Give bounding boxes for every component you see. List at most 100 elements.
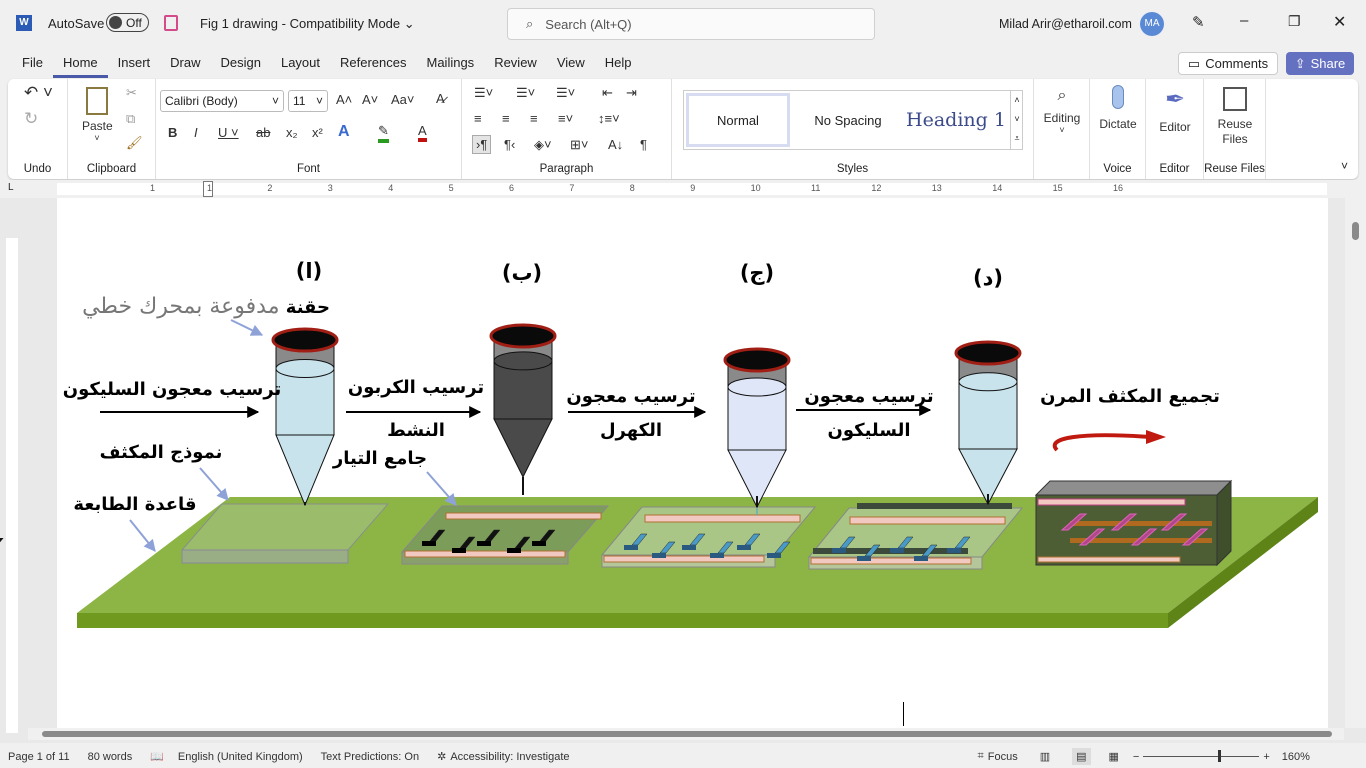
change-case-icon[interactable]: Aa˅ [391,92,415,107]
tab-selector-icon[interactable]: L [8,182,14,193]
comments-button[interactable]: ▭ Comments [1178,52,1278,75]
tab-references[interactable]: References [330,52,416,78]
bold-icon[interactable]: B [168,125,177,140]
multilevel-list-icon[interactable]: ☰˅ [556,85,575,101]
subscript-icon[interactable]: x₂ [286,125,298,140]
designer-icon[interactable]: ✎ [1192,13,1205,31]
align-right-icon[interactable]: ≡ [530,111,538,126]
zoom-in-icon[interactable]: + [1263,751,1269,763]
horizontal-ruler[interactable]: L 1 1 2 3 4 5 6 7 8 9 10 11 12 13 14 15 16 [0,180,1366,198]
word-count[interactable]: 80 words [88,751,133,763]
h-scroll-thumb[interactable] [42,731,1332,737]
copy-icon[interactable]: ⧉ [126,111,135,127]
print-layout-icon[interactable]: ▤ [1072,748,1091,765]
tab-layout[interactable]: Layout [271,52,330,78]
proofing-icon[interactable]: 📖 [150,750,164,763]
label-a: (ا) [296,259,322,283]
ruler-number: 9 [690,183,696,193]
horizontal-scrollbar[interactable] [28,728,1344,740]
paste-button[interactable]: Paste ˅ [82,87,113,143]
cut-icon[interactable]: ✂ [126,85,137,101]
ltr-direction-icon[interactable]: ›¶ [472,135,492,154]
zoom-level[interactable]: 160% [1282,751,1310,763]
step5-label: تجميع المكثف المرن [1040,386,1220,407]
font-name-select[interactable]: Calibri (Body) ˅ [160,90,284,112]
zoom-out-icon[interactable]: − [1133,751,1139,763]
share-button[interactable]: ⇪ Share [1286,52,1354,75]
borders-icon[interactable]: ⊞˅ [570,137,588,153]
font-group-label: Font [296,163,320,175]
clipboard-group: Paste ˅ ✂ ⧉ 🖌 Clipboard [68,79,156,179]
styles-group-label: Styles [836,163,869,175]
page-count[interactable]: Page 1 of 11 [8,751,70,763]
syringe-rim [723,347,791,373]
reuse-files-button[interactable]: Reuse Files [1212,87,1258,147]
editor-button[interactable]: ✒ Editor [1150,85,1200,134]
zoom-slider-thumb[interactable] [1218,750,1222,762]
accessibility-status[interactable]: Accessibility: Investigate [450,751,569,763]
tab-design[interactable]: Design [211,52,271,78]
tab-mailings[interactable]: Mailings [417,52,485,78]
document-title[interactable]: Fig 1 drawing - Compatibility Mode ⌄ [200,16,415,32]
editing-button[interactable]: ⌕ Editing ˅ [1038,87,1086,135]
language[interactable]: English (United Kingdom) [178,751,303,763]
status-bar: Page 1 of 11 80 words 📖 English (United … [0,745,1366,768]
justify-icon[interactable]: ≡˅ [558,111,573,126]
text-effects-icon[interactable]: A [338,123,350,141]
sort-icon[interactable]: A↓ [608,137,623,152]
syringe-label-rest: مدفوعة بمحرك خطي [82,294,279,319]
underline-icon[interactable]: U ˅ [218,125,239,140]
shrink-font-icon[interactable]: A˅ [362,92,378,107]
format-painter-icon[interactable]: 🖌 [126,135,143,151]
syringe-cone [275,434,335,507]
rtl-direction-icon[interactable]: ¶‹ [504,137,515,152]
highlight-icon[interactable]: ✎ [378,123,389,143]
restore-icon[interactable]: ❐ [1288,13,1301,30]
style-normal[interactable]: Normal [686,93,790,147]
numbering-icon[interactable]: ☰˅ [516,85,535,101]
minimize-icon[interactable]: – [1240,12,1248,29]
ruler-number: 14 [992,183,1003,193]
collapse-ribbon-icon[interactable]: ˅ [1341,159,1348,173]
tab-insert[interactable]: Insert [108,52,161,78]
line-spacing-icon[interactable]: ↕≡˅ [598,111,620,126]
italic-icon[interactable]: I [194,125,198,140]
font-size-select[interactable]: 11 ˅ [288,90,328,112]
tab-view[interactable]: View [547,52,595,78]
align-left-icon[interactable]: ≡ [474,111,482,126]
fabrication-figure[interactable]: (ا) (ب) (ج) (د) حقنة مدفوعة بمحرك خطي تر… [0,198,1366,728]
web-layout-icon[interactable]: ▦ [1109,750,1119,763]
styles-scroll[interactable]: ˄ ˅ ⩡ [1010,91,1023,149]
clear-formatting-icon[interactable]: A̷ [436,91,445,106]
save-icon[interactable] [164,15,178,31]
shading-icon[interactable]: ◈˅ [534,137,552,153]
tab-home[interactable]: Home [52,52,108,78]
zoom-slider[interactable] [1143,750,1260,762]
font-color-icon[interactable]: A [418,123,427,142]
dictate-button[interactable]: Dictate [1094,85,1142,131]
style-no-spacing[interactable]: No Spacing [796,93,900,147]
autosave-toggle[interactable]: Off [106,13,149,32]
avatar[interactable]: MA [1140,12,1164,36]
close-icon[interactable]: ✕ [1333,12,1346,32]
decrease-indent-icon[interactable]: ⇤ [602,85,613,101]
focus-button[interactable]: Focus [988,751,1018,763]
superscript-icon[interactable]: x² [312,125,323,140]
grow-font-icon[interactable]: A˄ [336,92,352,107]
search-box[interactable]: ⌕ Search (Alt+Q) [507,8,875,40]
style-heading-1[interactable]: Heading 1 [902,93,1010,147]
redo-icon[interactable]: ↻ [24,109,38,129]
show-marks-icon[interactable]: ¶ [640,137,647,152]
read-mode-icon[interactable]: ▥ [1040,750,1050,763]
tab-help[interactable]: Help [595,52,642,78]
bullets-icon[interactable]: ☰˅ [474,85,493,101]
tab-file[interactable]: File [0,52,53,78]
align-center-icon[interactable]: ≡ [502,111,510,126]
undo-icon[interactable]: ↶ ˅ [24,83,53,103]
tab-review[interactable]: Review [484,52,547,78]
increase-indent-icon[interactable]: ⇥ [626,85,637,101]
tab-draw[interactable]: Draw [160,52,210,78]
strikethrough-icon[interactable]: ab [256,125,270,140]
label-d: (د) [973,266,1003,290]
text-predictions[interactable]: Text Predictions: On [321,751,419,763]
